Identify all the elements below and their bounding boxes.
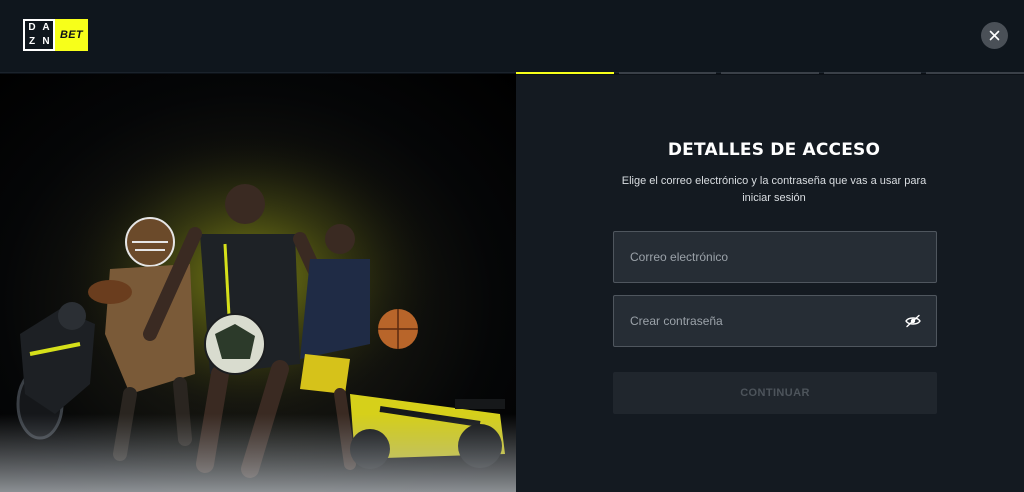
header-bar: D A Z N BET	[0, 0, 1024, 73]
sports-hero-image	[0, 74, 516, 492]
progress-step-5	[926, 72, 1024, 74]
form-title: DETALLES DE ACCESO	[667, 140, 881, 160]
logo-bet-badge: BET	[55, 19, 88, 51]
continue-button[interactable]: CONTINUAR	[613, 372, 937, 414]
progress-step-4	[823, 72, 922, 74]
close-button[interactable]	[981, 22, 1008, 49]
dazn-logo-icon: D A Z N	[23, 19, 55, 51]
close-icon	[989, 30, 1000, 41]
progress-step-2	[618, 72, 717, 74]
logo-letter-n: N	[42, 36, 50, 47]
logo-letter-z: Z	[28, 36, 36, 47]
logo-letter-a: A	[42, 22, 50, 33]
login-details-panel: DETALLES DE ACCESO Elige el correo elect…	[516, 75, 1024, 492]
progress-step-3	[721, 72, 819, 74]
email-field-container	[613, 231, 937, 283]
email-input[interactable]	[614, 232, 936, 282]
athletes-illustration	[0, 124, 516, 492]
progress-step-1	[516, 72, 614, 74]
password-field-container	[613, 295, 937, 347]
eye-icon[interactable]	[905, 314, 921, 328]
logo-letter-d: D	[28, 22, 36, 33]
password-input[interactable]	[614, 296, 936, 346]
dazn-bet-logo[interactable]: D A Z N BET	[23, 19, 88, 51]
form-subtitle: Elige el correo electrónico y la contras…	[621, 175, 927, 204]
